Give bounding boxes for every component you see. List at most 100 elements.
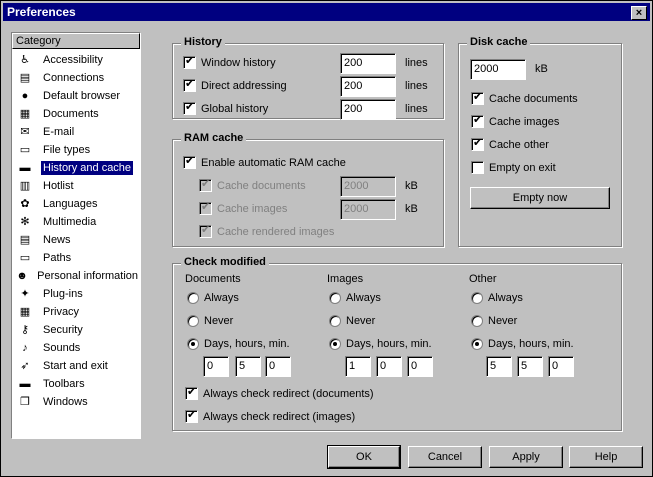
other-days-input[interactable]: 5	[486, 356, 512, 377]
sidebar-item-toolbars[interactable]: ▬ Toolbars	[12, 375, 140, 393]
other-days-label: Days, hours, min.	[488, 338, 574, 350]
sidebar-item-default-browser[interactable]: ● Default browser	[12, 87, 140, 105]
direct-addressing-label: Direct addressing	[201, 79, 287, 92]
global-history-input[interactable]: 200	[340, 99, 396, 120]
disk-cache-other-check[interactable]	[471, 136, 484, 151]
other-days-dot[interactable]	[471, 338, 483, 350]
window-history-check[interactable]	[183, 54, 196, 69]
languages-icon: ✿	[20, 198, 30, 210]
sidebar-item-label: Start and exit	[43, 360, 108, 372]
sidebar-item-accessibility[interactable]: ♿ Accessibility	[12, 51, 140, 69]
other-never-dot[interactable]	[471, 315, 483, 327]
category-list[interactable]: Category ♿ Accessibility ▤ Connections ● Defa…	[11, 32, 141, 439]
sidebar-item-news[interactable]: ▤ News	[12, 231, 140, 249]
documents-never-dot[interactable]	[187, 315, 199, 327]
sidebar-item-label: Sounds	[43, 342, 81, 354]
cancel-button[interactable]: Cancel	[408, 446, 482, 468]
other-hours-input[interactable]: 5	[517, 356, 543, 377]
images-minutes-input[interactable]: 0	[407, 356, 433, 377]
direct-addressing-check[interactable]	[183, 77, 196, 92]
sidebar-item-start-and-exit[interactable]: ➶ Start and exit	[12, 357, 140, 375]
apply-button[interactable]: Apply	[489, 446, 563, 468]
sidebar-item-label: Multimedia	[43, 216, 97, 228]
sidebar-item-label: Languages	[43, 198, 98, 210]
sidebar-item-multimedia[interactable]: ✻ Multimedia	[12, 213, 140, 231]
documents-days-input[interactable]: 0	[203, 356, 229, 377]
sidebar-item-personal-information[interactable]: ☻ Personal information	[12, 267, 140, 285]
sidebar-item-documents[interactable]: ▦ Documents	[12, 105, 140, 123]
sidebar-item-e-mail[interactable]: ✉ E-mail	[12, 123, 140, 141]
enable-ram-cache-checkbox[interactable]: Enable automatic RAM cache	[183, 154, 346, 169]
other-always-dot[interactable]	[471, 292, 483, 304]
sidebar-item-file-types[interactable]: ▭ File types	[12, 141, 140, 159]
direct-addressing-input[interactable]: 200	[340, 76, 396, 97]
images-always-dot[interactable]	[329, 292, 341, 304]
images-days-label: Days, hours, min.	[346, 338, 432, 350]
images-always-radio[interactable]: Always	[329, 292, 381, 304]
disk-cache-size-input[interactable]: 2000	[470, 59, 526, 80]
disk-cache-other-checkbox[interactable]: Cache other	[471, 136, 549, 151]
sidebar-item-paths[interactable]: ▭ Paths	[12, 249, 140, 267]
documents-days-radio[interactable]: Days, hours, min.	[187, 338, 290, 350]
close-button[interactable]: ×	[631, 6, 647, 20]
sidebar-item-label: History and cache	[41, 161, 134, 175]
images-never-dot[interactable]	[329, 315, 341, 327]
other-always-radio[interactable]: Always	[471, 292, 523, 304]
global-history-check[interactable]	[183, 100, 196, 115]
other-never-radio[interactable]: Never	[471, 315, 517, 327]
cache-rendered-checkbox: Cache rendered images	[199, 223, 334, 238]
images-days-radio[interactable]: Days, hours, min.	[329, 338, 432, 350]
sidebar-item-sounds[interactable]: ♪ Sounds	[12, 339, 140, 357]
empty-now-button[interactable]: Empty now	[470, 187, 610, 209]
disk-cache-images-check[interactable]	[471, 113, 484, 128]
sidebar-item-connections[interactable]: ▤ Connections	[12, 69, 140, 87]
sidebar-item-label: News	[43, 234, 71, 246]
images-days-input[interactable]: 1	[345, 356, 371, 377]
disk-cache-images-checkbox[interactable]: Cache images	[471, 113, 560, 128]
email-icon: ✉	[20, 126, 30, 138]
sidebar-item-security[interactable]: ⚷ Security	[12, 321, 140, 339]
sidebar-item-label: E-mail	[43, 126, 75, 138]
disk-cache-documents-check[interactable]	[471, 90, 484, 105]
other-minutes-input[interactable]: 0	[548, 356, 574, 377]
empty-on-exit-checkbox[interactable]: Empty on exit	[471, 161, 556, 174]
sidebar-item-label: Windows	[43, 396, 88, 408]
direct-addressing-checkbox[interactable]: Direct addressing	[183, 77, 287, 92]
disk-cache-documents-checkbox[interactable]: Cache documents	[471, 90, 578, 105]
privacy-icon: ▦	[19, 306, 31, 318]
documents-always-dot[interactable]	[187, 292, 199, 304]
images-days-dot[interactable]	[329, 338, 341, 350]
documents-always-radio[interactable]: Always	[187, 292, 239, 304]
sidebar-item-plug-ins[interactable]: ✦ Plug-ins	[12, 285, 140, 303]
global-history-checkbox[interactable]: Global history	[183, 100, 268, 115]
disk-cache-images-label: Cache images	[489, 115, 560, 128]
plugins-icon: ✦	[20, 288, 30, 300]
empty-on-exit-check[interactable]	[471, 161, 484, 174]
security-icon: ⚷	[20, 324, 30, 336]
help-button[interactable]: Help	[569, 446, 643, 468]
window-history-checkbox[interactable]: Window history	[183, 54, 276, 69]
documents-days-dot[interactable]	[187, 338, 199, 350]
sidebar-item-languages[interactable]: ✿ Languages	[12, 195, 140, 213]
images-hours-input[interactable]: 0	[376, 356, 402, 377]
other-days-radio[interactable]: Days, hours, min.	[471, 338, 574, 350]
documents-hours-input[interactable]: 5	[235, 356, 261, 377]
disk-cache-unit: kB	[535, 63, 548, 75]
documents-never-radio[interactable]: Never	[187, 315, 233, 327]
sidebar-item-history-and-cache[interactable]: ▬ History and cache	[12, 159, 140, 177]
sounds-icon: ♪	[22, 342, 28, 354]
documents-minutes-input[interactable]: 0	[265, 356, 291, 377]
enable-ram-cache-check[interactable]	[183, 154, 196, 169]
sidebar-item-windows[interactable]: ❐ Windows	[12, 393, 140, 411]
documents-column-title: Documents	[185, 273, 241, 285]
sidebar-item-hotlist[interactable]: ▥ Hotlist	[12, 177, 140, 195]
images-never-radio[interactable]: Never	[329, 315, 375, 327]
category-header[interactable]: Category	[12, 33, 140, 49]
redirect-documents-check[interactable]	[185, 385, 198, 400]
redirect-documents-checkbox[interactable]: Always check redirect (documents)	[185, 385, 374, 400]
window-history-input[interactable]: 200	[340, 53, 396, 74]
redirect-images-checkbox[interactable]: Always check redirect (images)	[185, 408, 355, 423]
ok-button[interactable]: OK	[327, 445, 401, 469]
sidebar-item-privacy[interactable]: ▦ Privacy	[12, 303, 140, 321]
redirect-images-check[interactable]	[185, 408, 198, 423]
